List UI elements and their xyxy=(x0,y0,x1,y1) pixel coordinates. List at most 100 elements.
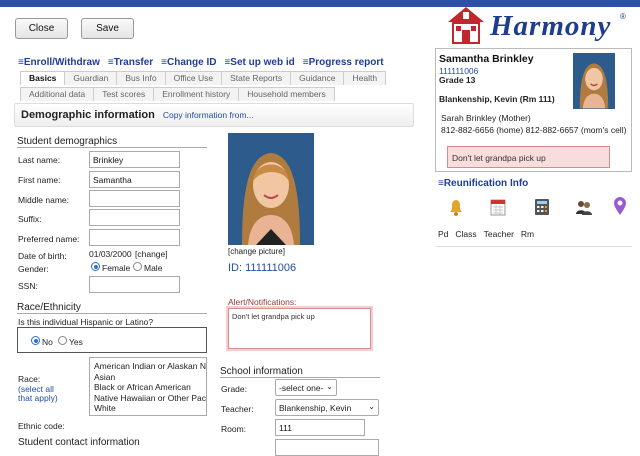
tab-guidance[interactable]: Guidance xyxy=(290,71,345,85)
card-alert: Don't let grandpa pick up xyxy=(447,146,610,168)
tab-household-members[interactable]: Household members xyxy=(238,87,335,101)
reunification-title[interactable]: ≡Reunification Info xyxy=(438,178,528,189)
tab-row-1: Basics Guardian Bus Info Office Use Stat… xyxy=(20,71,387,85)
alert-notifications-label: Alert/Notifications: xyxy=(228,297,297,307)
col-teacher: Teacher xyxy=(483,229,514,239)
select-all-hint-2: that apply) xyxy=(18,393,58,403)
race-option[interactable]: White xyxy=(94,403,202,414)
first-name-input[interactable]: Samantha xyxy=(89,171,180,188)
next-field-input[interactable] xyxy=(275,439,379,456)
grade-label: Grade: xyxy=(221,384,247,394)
setup-web-id-link[interactable]: ≡Set up web id xyxy=(224,57,294,68)
teacher-label: Teacher: xyxy=(221,404,254,414)
col-class: Class xyxy=(455,229,477,239)
chevron-down-icon: ⌄ xyxy=(368,402,375,411)
dob-label: Date of birth: xyxy=(18,251,67,261)
tab-test-scores[interactable]: Test scores xyxy=(93,87,155,101)
copy-info-link[interactable]: Copy information from... xyxy=(163,110,254,120)
logo-text: Harmony xyxy=(490,10,612,42)
save-button[interactable]: Save xyxy=(81,18,134,39)
transfer-link[interactable]: ≡Transfer xyxy=(108,57,153,68)
alert-textarea[interactable]: Don't let grandpa pick up xyxy=(228,308,371,349)
gender-female-radio[interactable] xyxy=(91,262,100,271)
hispanic-no-label: No xyxy=(42,337,53,347)
race-option[interactable]: Black or African American xyxy=(94,382,202,393)
room-input[interactable]: 111 xyxy=(275,419,365,436)
bell-icon[interactable] xyxy=(446,197,466,217)
student-summary-card: Samantha Brinkley 111111006 Grade 13 Bla… xyxy=(435,48,632,172)
harmony-logo: Harmony ® xyxy=(444,4,634,46)
change-picture-link[interactable]: [change picture] xyxy=(228,247,285,256)
gender-label: Gender: xyxy=(18,264,49,274)
suffix-label: Suffix: xyxy=(18,214,42,224)
preferred-name-label: Preferred name: xyxy=(18,234,80,244)
schoolhouse-icon xyxy=(448,7,484,44)
room-label: Room: xyxy=(221,424,247,434)
dob-change-link[interactable]: [change] xyxy=(135,249,168,259)
student-photo xyxy=(228,133,314,245)
ethnic-code-label: Ethnic code: xyxy=(18,421,65,431)
progress-report-link[interactable]: ≡Progress report xyxy=(303,57,384,68)
card-grade: Grade 13 xyxy=(439,75,476,85)
gender-male-label: Male xyxy=(144,263,163,273)
hispanic-question: Is this individual Hispanic or Latino? xyxy=(18,317,154,327)
tab-additional-data[interactable]: Additional data xyxy=(20,87,95,101)
calculator-icon[interactable] xyxy=(532,197,552,217)
alert-text: Don't let grandpa pick up xyxy=(232,312,315,321)
location-pin-icon[interactable] xyxy=(610,196,630,216)
middle-name-input[interactable] xyxy=(89,190,180,207)
grade-select[interactable]: -select one- ⌄ xyxy=(275,379,337,396)
teacher-value: Blankenship, Kevin xyxy=(279,403,352,413)
race-label: Race: xyxy=(18,374,41,384)
tab-guardian[interactable]: Guardian xyxy=(64,71,118,85)
demographics-header: Student demographics xyxy=(17,136,207,148)
school-info-header: School information xyxy=(220,366,380,378)
hispanic-no-radio[interactable] xyxy=(31,336,40,345)
first-name-label: First name: xyxy=(18,175,61,185)
race-option[interactable]: American Indian or Alaskan Nat xyxy=(94,361,206,372)
card-student-name: Samantha Brinkley xyxy=(439,53,534,65)
middle-name-label: Middle name: xyxy=(18,195,70,205)
hispanic-yes-radio[interactable] xyxy=(58,336,67,345)
calendar-icon[interactable] xyxy=(488,197,508,217)
col-pd: Pd xyxy=(438,229,449,239)
preferred-name-input[interactable] xyxy=(89,229,180,246)
student-id-label: ID: 111111006 xyxy=(228,262,297,274)
teacher-select[interactable]: Blankenship, Kevin ⌄ xyxy=(275,399,379,416)
people-icon[interactable] xyxy=(574,197,594,217)
hispanic-yes-label: Yes xyxy=(69,337,83,347)
last-name-input[interactable]: Brinkley xyxy=(89,151,180,168)
card-photo xyxy=(573,53,615,109)
logo-registered: ® xyxy=(620,12,626,21)
last-name-label: Last name: xyxy=(18,155,61,165)
tab-row-2: Additional data Test scores Enrollment h… xyxy=(20,87,335,101)
grade-value: -select one- xyxy=(279,383,324,393)
change-id-link[interactable]: ≡Change ID xyxy=(161,57,216,68)
dob-value: 01/03/2000 xyxy=(89,249,132,259)
ssn-label: SSN: xyxy=(18,281,38,291)
tab-enrollment-history[interactable]: Enrollment history xyxy=(153,87,240,101)
col-rm: Rm xyxy=(520,229,535,239)
gender-male-radio[interactable] xyxy=(133,262,142,271)
card-phones: 812-882-6656 (home) 812-882-6657 (mom's … xyxy=(441,125,627,135)
race-option[interactable]: Asian xyxy=(94,372,202,383)
race-option[interactable]: Native Hawaiian or Other Pacific xyxy=(94,393,206,404)
section-header: Demographic information Copy information… xyxy=(14,103,414,127)
tab-state-reports[interactable]: State Reports xyxy=(221,71,292,85)
chevron-down-icon: ⌄ xyxy=(326,382,333,391)
section-title: Demographic information xyxy=(21,109,155,121)
suffix-input[interactable] xyxy=(89,209,180,226)
action-links: ≡Enroll/Withdraw ≡Transfer ≡Change ID ≡S… xyxy=(18,57,384,68)
tab-bus-info[interactable]: Bus Info xyxy=(116,71,166,85)
race-header: Race/Ethnicity xyxy=(17,302,207,314)
tab-office-use[interactable]: Office Use xyxy=(164,71,223,85)
card-guardian: Sarah Brinkley (Mother) xyxy=(441,113,531,123)
race-listbox[interactable]: American Indian or Alaskan Nat Asian Bla… xyxy=(89,357,207,416)
card-teacher: Blankenship, Kevin (Rm 111) xyxy=(439,94,555,104)
enroll-withdraw-link[interactable]: ≡Enroll/Withdraw xyxy=(18,57,100,68)
tab-basics[interactable]: Basics xyxy=(20,71,66,85)
reunification-columns: Pd Class Teacher Rm xyxy=(438,229,534,239)
ssn-input[interactable] xyxy=(89,276,180,293)
close-button[interactable]: Close xyxy=(15,18,68,39)
tab-health[interactable]: Health xyxy=(343,71,387,85)
